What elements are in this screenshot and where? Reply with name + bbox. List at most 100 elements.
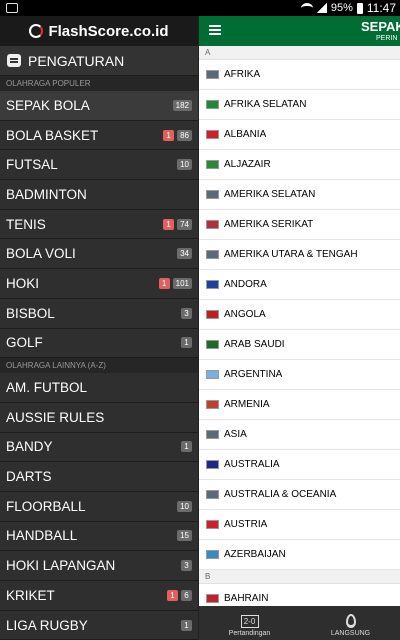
scoreboard-icon: 2-0 [240,615,259,628]
menu-icon[interactable] [209,25,221,35]
sport-label: BISBOL [6,305,55,321]
country-name: ALBANIA [224,129,267,140]
sport-item[interactable]: AM. FUTBOL [0,373,198,403]
tab-live[interactable]: LANGSUNG [300,606,400,640]
sport-label: BOLA VOLI [6,246,76,262]
sport-label: FLOORBALL [6,498,86,514]
country-row[interactable]: ALBANIA [199,120,400,150]
country-row[interactable]: AUSTRIA [199,510,400,540]
main-panel: SEPAK PERIN A AFRIKA AFRIKA SELATAN ALBANI… [198,16,400,640]
tab-matches-label: Pertandingan [228,630,271,637]
country-row[interactable]: ARMENIA [199,390,400,420]
live-count-badge: 1 [158,277,170,289]
country-name: AMERIKA SERIKAT [224,219,314,230]
page-title: SEPAK [361,19,400,34]
sport-label: HANDBALL [6,528,78,544]
status-bar: 95% 11:47 [0,0,400,16]
country-row[interactable]: ARAB SAUDI [199,330,400,360]
sport-label: HOKI [6,275,40,291]
match-count-badge: 10 [177,159,192,171]
live-count-badge: 1 [163,218,175,230]
country-list-a: AFRIKA AFRIKA SELATAN ALBANIA ALJAZAIR AMERI… [199,60,400,570]
country-name: ARGENTINA [224,369,283,380]
letter-header-b: B [199,570,400,584]
country-row[interactable]: AMERIKA SERIKAT [199,210,400,240]
country-row[interactable]: AFRIKA SELATAN [199,90,400,120]
country-row[interactable]: AUSTRALIA & OCEANIA [199,480,400,510]
settings-label: PENGATURAN [28,52,125,69]
sport-label: AUSSIE RULES [6,409,105,425]
sport-label: HOKI LAPANGAN [6,558,116,574]
flashscore-logo-icon [29,24,44,38]
country-row[interactable]: AMERIKA UTARA & TENGAH [199,240,400,270]
sport-label: FUTSAL [6,157,58,173]
sport-item[interactable]: BOLA BASKET 1 86 [0,120,198,151]
country-row[interactable]: ANDORA [199,270,400,300]
country-name: AUSTRALIA [224,459,280,470]
sport-item[interactable]: GOLF 1 [0,328,198,359]
country-row[interactable]: ANGOLA [199,300,400,330]
tab-matches[interactable]: 2-0 Pertandingan [199,606,300,640]
country-name: ARAB SAUDI [224,339,285,350]
settings-item[interactable]: PENGATURAN [0,46,198,76]
sport-item[interactable]: BOLA VOLI 34 [0,239,198,270]
section-other-label: OLAHRAGA LAINNYA (A-Z) [0,358,198,374]
sport-item[interactable]: LIGA RUGBY 1 [0,610,198,640]
sport-item[interactable]: BISBOL 3 [0,298,198,329]
flag-icon [206,70,219,79]
bottom-tab-bar: 2-0 Pertandingan LANGSUNG [199,606,400,640]
flag-icon [206,520,219,529]
sport-item[interactable]: DARTS [0,462,198,492]
flag-icon [206,594,219,603]
match-count-badge: 3 [181,560,192,572]
sport-label: BOLA BASKET [6,127,99,143]
country-row[interactable]: AFRIKA [199,60,400,90]
country-name: BAHRAIN [224,593,269,604]
sport-item[interactable]: HOKI 1 101 [0,269,198,299]
sport-label: KRIKET [6,587,55,603]
country-row[interactable]: ALJAZAIR [199,150,400,180]
country-row[interactable]: ASIA [199,420,400,450]
match-count-badge: 86 [177,129,192,141]
navigation-drawer: FlashScore.co.id PENGATURAN OLAHRAGA POP… [0,16,198,640]
flag-icon [206,460,219,469]
notification-icon [6,3,18,13]
sport-item[interactable]: HOKI LAPANGAN 3 [0,551,198,581]
country-name: ALJAZAIR [224,159,271,170]
match-count-badge: 15 [177,530,192,542]
letter-header-a: A [199,46,400,60]
match-count-badge: 10 [177,500,192,512]
match-count-badge: 1 [181,337,192,349]
flag-icon [206,310,219,319]
clock: 11:47 [366,1,396,15]
sport-item[interactable]: BANDY 1 [0,432,198,463]
match-count-badge: 6 [181,589,192,601]
country-row[interactable]: AMERIKA SELATAN [199,180,400,210]
settings-icon [7,54,21,67]
sport-item[interactable]: KRIKET 1 6 [0,581,198,611]
sport-item[interactable]: FLOORBALL 10 [0,491,198,522]
country-name: ARMENIA [224,399,270,410]
flag-icon [206,550,219,559]
country-name: ASIA [224,429,247,440]
sport-item[interactable]: HANDBALL 15 [0,521,198,552]
country-row[interactable]: ARGENTINA [199,360,400,390]
flag-icon [206,130,219,139]
sport-item[interactable]: BADMINTON [0,180,198,210]
flame-icon [345,614,356,628]
tab-live-label: LANGSUNG [330,630,371,637]
flag-icon [206,250,219,259]
sport-item[interactable]: SEPAK BOLA 182 [0,91,198,121]
sport-label: SEPAK BOLA [6,97,90,113]
battery-icon [356,2,363,14]
sport-item[interactable]: AUSSIE RULES [0,402,198,433]
sport-label: AM. FUTBOL [6,380,88,396]
sport-item[interactable]: FUTSAL 10 [0,150,198,181]
match-count-badge: 1 [181,441,192,453]
match-count-badge: 34 [177,248,192,260]
sport-item[interactable]: TENIS 1 74 [0,209,198,240]
country-row[interactable]: AUSTRALIA [199,450,400,480]
country-row[interactable]: AZERBAIJAN [199,540,400,570]
main-header: SEPAK PERIN [199,16,400,46]
signal-icon [316,3,327,13]
